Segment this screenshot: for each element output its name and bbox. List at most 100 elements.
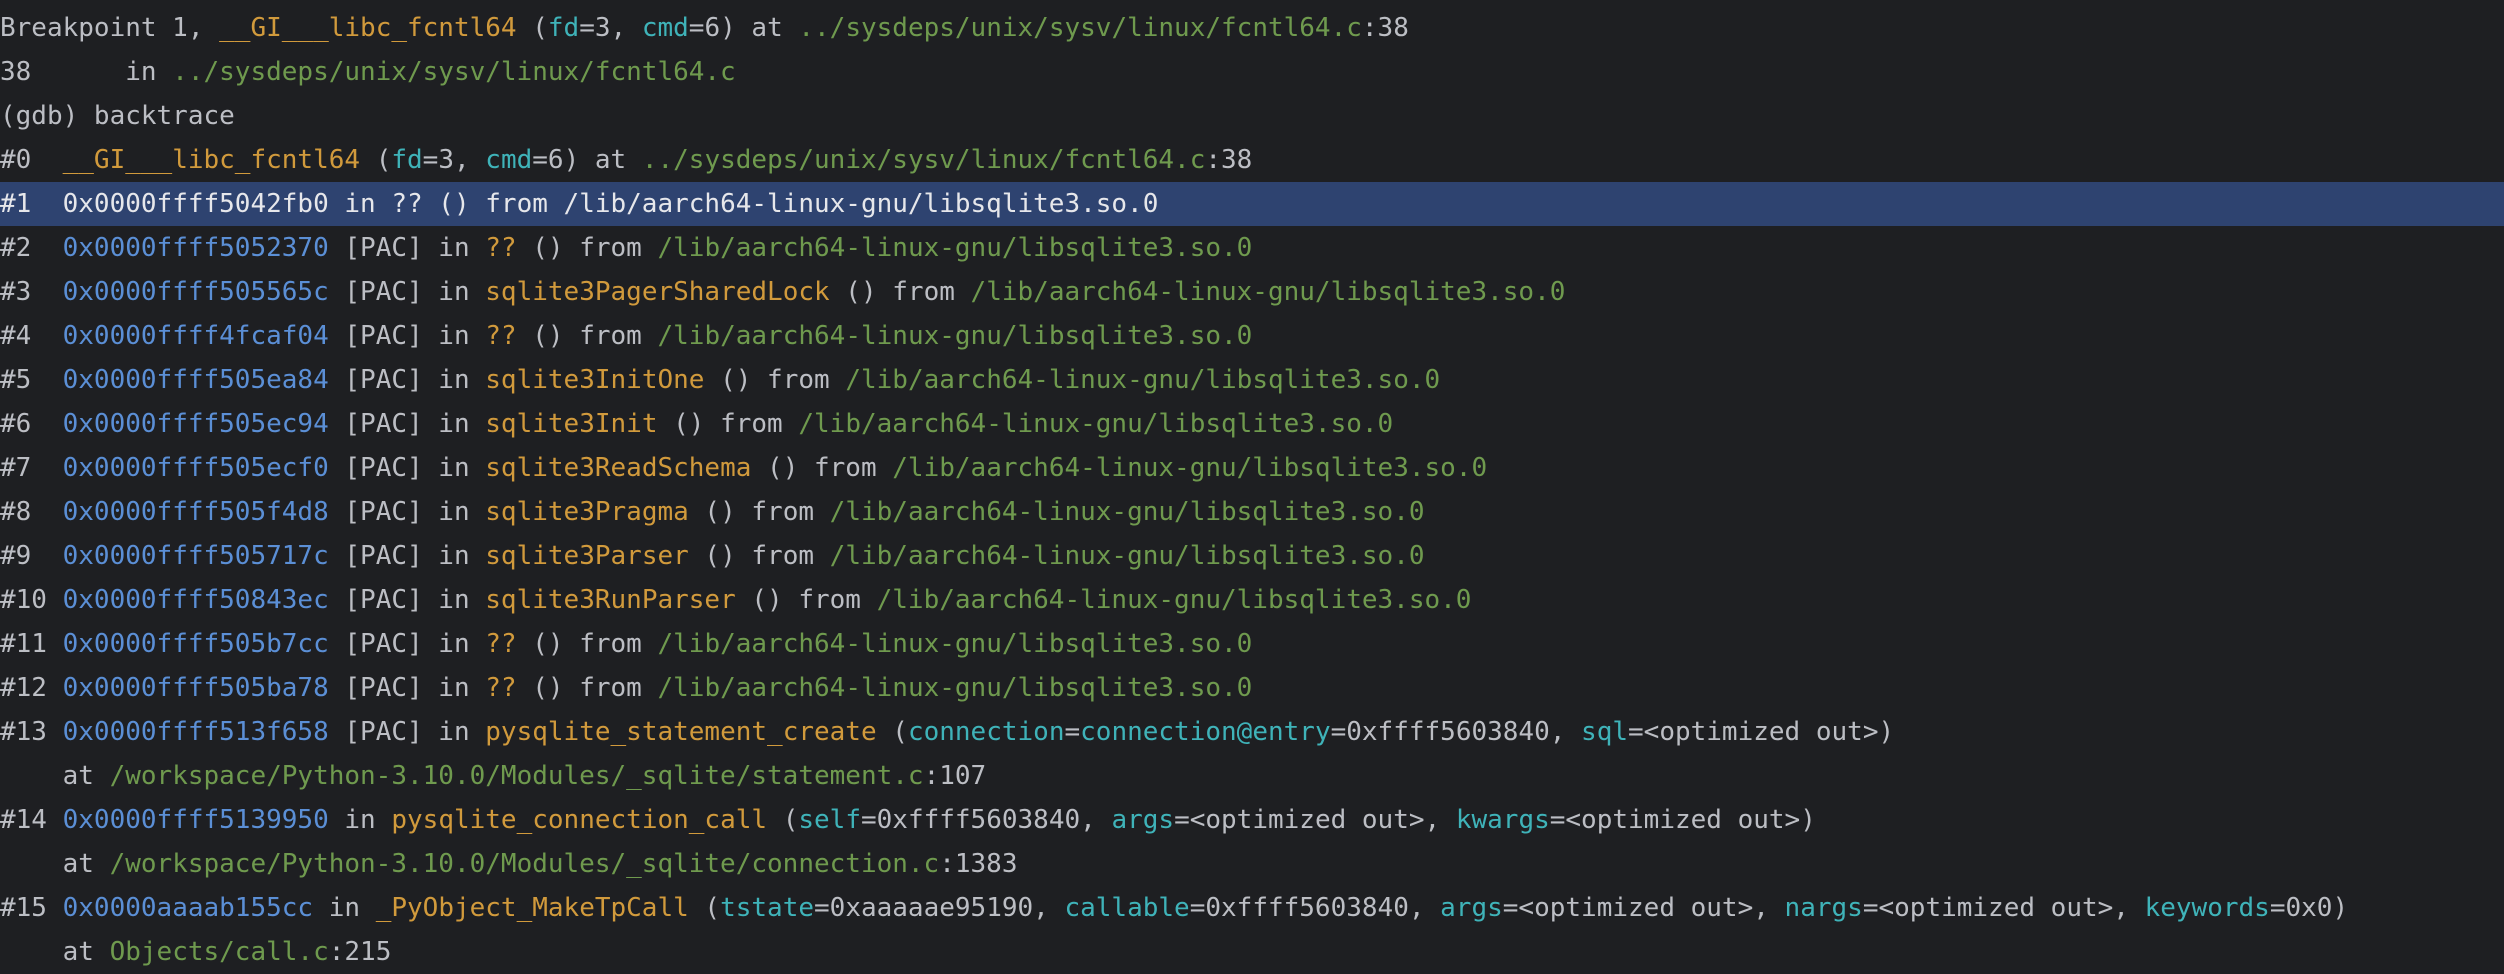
text-segment-default: () from <box>688 541 830 571</box>
text-segment-default: =<optimized out>, <box>1174 805 1456 835</box>
text-segment-addr: 0x0000ffff5052370 <box>62 233 329 263</box>
text-segment-default: [PAC] in <box>328 673 486 703</box>
text-segment-func: sqlite3Pragma <box>485 497 689 527</box>
text-segment-default: [PAC] in <box>328 541 486 571</box>
text-segment-default: #12 <box>0 673 63 703</box>
text-segment-default: #15 <box>0 893 63 923</box>
text-segment-param: callable <box>1064 893 1190 923</box>
text-segment-default: :107 <box>923 761 987 791</box>
text-segment-default: =6) at <box>532 145 642 175</box>
terminal-line[interactable]: Breakpoint 1, __GI___libc_fcntl64 (fd=3,… <box>0 6 2504 50</box>
text-segment-param: tstate <box>720 893 815 923</box>
text-segment-default: [PAC] in <box>328 277 486 307</box>
text-segment-addr: 0x0000ffff5139950 <box>62 805 329 835</box>
text-segment-default: #14 <box>0 805 63 835</box>
text-segment-path: /lib/aarch64-linux-gnu/libsqlite3.so.0 <box>892 453 1488 483</box>
text-segment-default: =0x0) <box>2269 893 2349 923</box>
terminal-line[interactable]: #5 0x0000ffff505ea84 [PAC] in sqlite3Ini… <box>0 358 2504 402</box>
text-segment-param: fd <box>391 145 423 175</box>
text-segment-addr: 0x0000ffff4fcaf04 <box>62 321 329 351</box>
text-segment-addr: 0x0000ffff505ea84 <box>62 365 329 395</box>
text-segment-default: [PAC] in <box>328 365 486 395</box>
terminal-line[interactable]: #15 0x0000aaaab155cc in _PyObject_MakeTp… <box>0 886 2504 930</box>
text-segment-default: =0xffff5603840, <box>860 805 1112 835</box>
text-segment-default: [PAC] in <box>328 233 486 263</box>
terminal-line[interactable]: at /workspace/Python-3.10.0/Modules/_sql… <box>0 842 2504 886</box>
text-segment-default: #8 <box>0 497 63 527</box>
terminal-line[interactable]: #12 0x0000ffff505ba78 [PAC] in ?? () fro… <box>0 666 2504 710</box>
text-segment-default: #1 <box>0 189 63 219</box>
selected-backtrace-line[interactable]: #1 0x0000ffff5042fb0 in ?? () from /lib/… <box>0 182 2504 226</box>
terminal-line[interactable]: #11 0x0000ffff505b7cc [PAC] in ?? () fro… <box>0 622 2504 666</box>
text-segment-default: #5 <box>0 365 63 395</box>
gdb-terminal-output[interactable]: Breakpoint 1, __GI___libc_fcntl64 (fd=3,… <box>0 0 2504 968</box>
text-segment-default: :38 <box>1205 145 1253 175</box>
terminal-line[interactable]: #0 __GI___libc_fcntl64 (fd=3, cmd=6) at … <box>0 138 2504 182</box>
text-segment-default: =6) at <box>688 13 799 43</box>
text-segment-default: (gdb) backtrace <box>0 101 235 131</box>
text-segment-param: self <box>798 805 861 835</box>
text-segment-func: ?? <box>485 321 517 351</box>
terminal-line[interactable]: at /workspace/Python-3.10.0/Modules/_sql… <box>0 754 2504 798</box>
text-segment-default: #3 <box>0 277 63 307</box>
text-segment-func: sqlite3RunParser <box>485 585 736 615</box>
text-segment-param: connection@entry <box>1080 717 1331 747</box>
terminal-line[interactable]: #9 0x0000ffff505717c [PAC] in sqlite3Par… <box>0 534 2504 578</box>
text-segment-default: #11 <box>0 629 63 659</box>
text-segment-default: Breakpoint 1, <box>0 13 220 43</box>
text-segment-param: kwargs <box>1455 805 1550 835</box>
text-segment-path: /lib/aarch64-linux-gnu/libsqlite3.so.0 <box>876 585 1472 615</box>
terminal-line[interactable]: 38 in ../sysdeps/unix/sysv/linux/fcntl64… <box>0 50 2504 94</box>
text-segment-default: () from <box>735 585 877 615</box>
text-segment-path: /lib/aarch64-linux-gnu/libsqlite3.so.0 <box>798 409 1394 439</box>
text-segment-default: #9 <box>0 541 63 571</box>
text-segment-default: =3, <box>422 145 486 175</box>
text-segment-default: #10 <box>0 585 63 615</box>
terminal-line[interactable]: #2 0x0000ffff5052370 [PAC] in ?? () from… <box>0 226 2504 270</box>
terminal-line[interactable]: #8 0x0000ffff505f4d8 [PAC] in sqlite3Pra… <box>0 490 2504 534</box>
text-segment-path: /lib/aarch64-linux-gnu/libsqlite3.so.0 <box>657 233 1253 263</box>
text-segment-func: sqlite3ReadSchema <box>485 453 752 483</box>
text-segment-default: [PAC] in <box>328 321 486 351</box>
text-segment-addr: 0x0000ffff505ecf0 <box>62 453 329 483</box>
text-segment-default: [PAC] in <box>328 629 486 659</box>
text-segment-default: [PAC] in <box>328 497 486 527</box>
text-segment-default: () from <box>516 321 658 351</box>
terminal-line[interactable]: #4 0x0000ffff4fcaf04 [PAC] in ?? () from… <box>0 314 2504 358</box>
text-segment-func: ?? <box>485 629 517 659</box>
text-segment-addr: 0x0000aaaab155cc <box>62 893 314 923</box>
terminal-line[interactable]: #7 0x0000ffff505ecf0 [PAC] in sqlite3Rea… <box>0 446 2504 490</box>
text-segment-default: [PAC] in <box>328 453 486 483</box>
text-segment-func: __GI___libc_fcntl64 <box>62 145 361 175</box>
text-segment-default: () from <box>704 365 846 395</box>
terminal-line[interactable]: #6 0x0000ffff505ec94 [PAC] in sqlite3Ini… <box>0 402 2504 446</box>
text-segment-path: ../sysdeps/unix/sysv/linux/fcntl64.c <box>172 57 736 87</box>
text-segment-default: =<optimized out>, <box>1862 893 2145 923</box>
text-segment-default: () from <box>516 629 658 659</box>
text-segment-path: /lib/aarch64-linux-gnu/libsqlite3.so.0 <box>657 629 1253 659</box>
text-segment-default: =<optimized out>) <box>1549 805 1816 835</box>
text-segment-param: sql <box>1581 717 1629 747</box>
text-segment-default: =0xffff5603840, <box>1189 893 1441 923</box>
text-segment-default: ( <box>767 805 799 835</box>
terminal-line[interactable]: #3 0x0000ffff505565c [PAC] in sqlite3Pag… <box>0 270 2504 314</box>
text-segment-default: :215 <box>328 937 392 967</box>
text-segment-path: /lib/aarch64-linux-gnu/libsqlite3.so.0 <box>845 365 1441 395</box>
text-segment-default: ( <box>516 13 548 43</box>
terminal-line[interactable]: #10 0x0000ffff50843ec [PAC] in sqlite3Ru… <box>0 578 2504 622</box>
text-segment-path: /workspace/Python-3.10.0/Modules/_sqlite… <box>109 761 924 791</box>
text-segment-default: #7 <box>0 453 63 483</box>
terminal-line[interactable]: #13 0x0000ffff513f658 [PAC] in pysqlite_… <box>0 710 2504 754</box>
text-segment-default: at <box>0 937 110 967</box>
text-segment-param: args <box>1440 893 1503 923</box>
terminal-line[interactable]: #14 0x0000ffff5139950 in pysqlite_connec… <box>0 798 2504 842</box>
terminal-line[interactable]: at Objects/call.c:215 <box>0 930 2504 974</box>
text-segment-path: /lib/aarch64-linux-gnu/libsqlite3.so.0 <box>829 541 1425 571</box>
text-segment-default: :38 <box>1361 13 1409 43</box>
text-segment-param: fd <box>547 13 580 43</box>
text-segment-default: () from <box>516 233 658 263</box>
text-segment-param: keywords <box>2144 893 2270 923</box>
text-segment-default: at <box>0 849 110 879</box>
terminal-line[interactable]: (gdb) backtrace <box>0 94 2504 138</box>
text-segment-default: [PAC] in <box>328 585 486 615</box>
